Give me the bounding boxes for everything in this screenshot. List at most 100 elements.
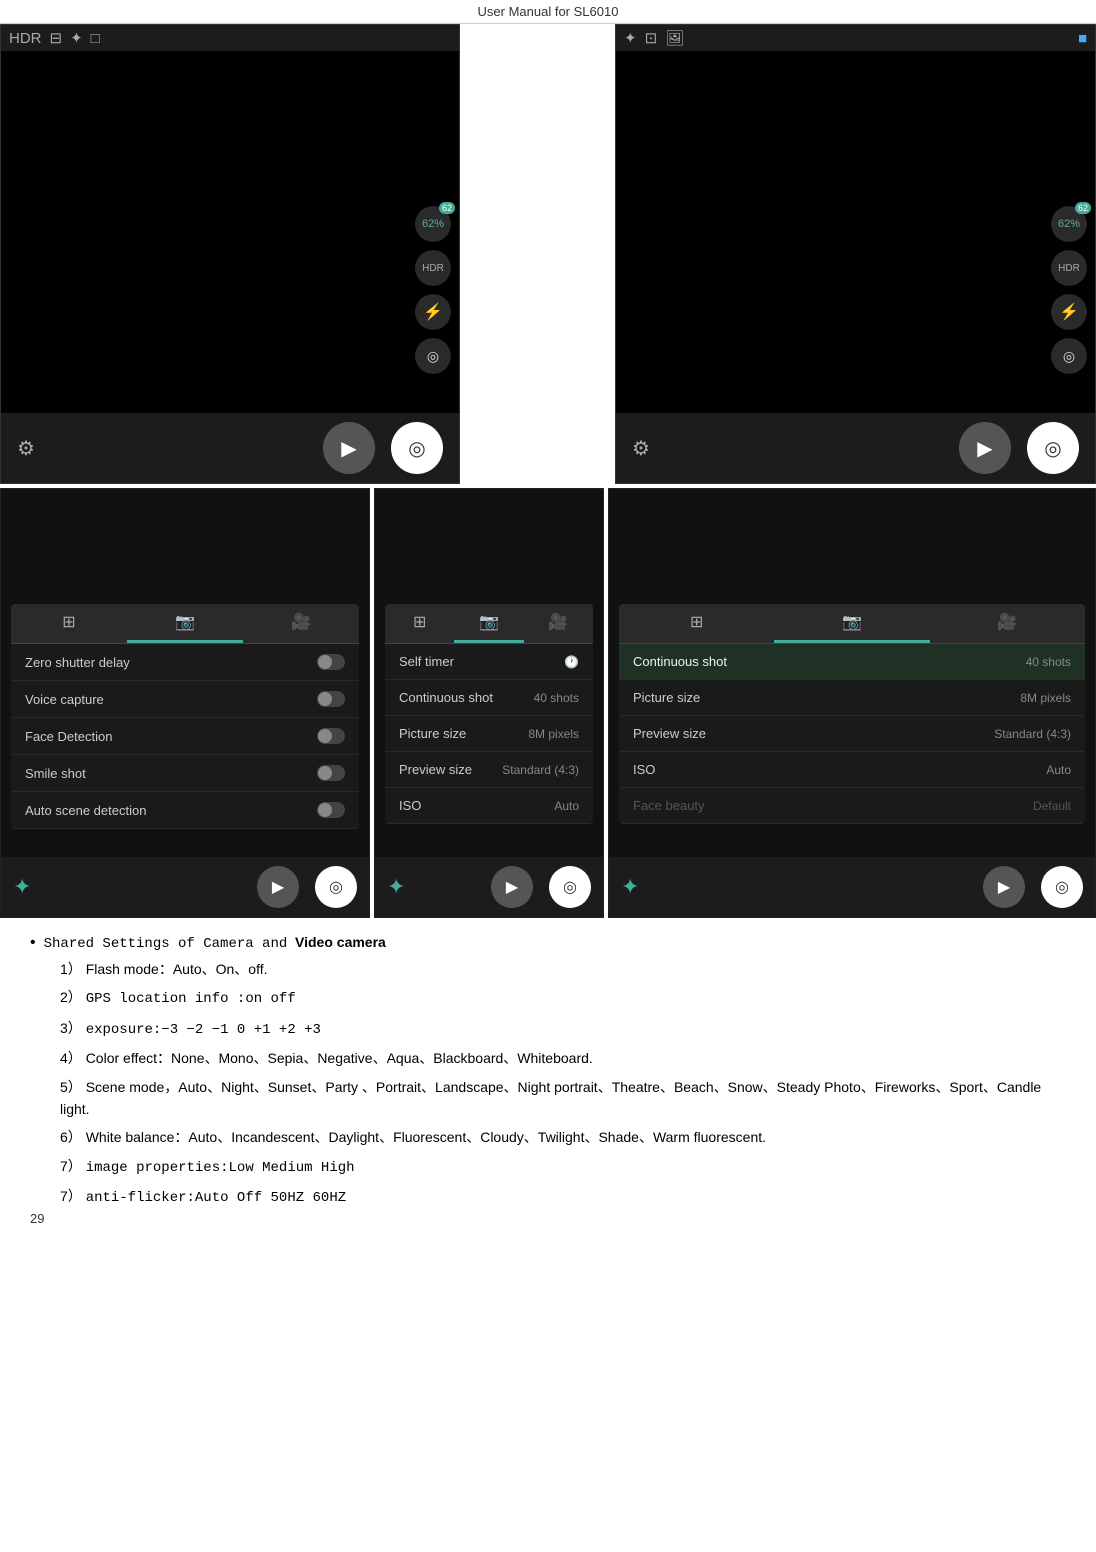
tab-adjust-m[interactable]: ⊞: [385, 604, 454, 643]
label-preview-size-m: Preview size: [399, 762, 472, 777]
settings-btn-r[interactable]: ◎: [1051, 338, 1087, 374]
item-7b: 7） anti-flicker:Auto Off 50HZ 60HZ: [60, 1185, 1066, 1209]
camera-panel-left: HDR ⊟ ✦ □ 62% 62 HDR ⚡ ◎: [0, 24, 460, 484]
timer-icon: □: [91, 30, 100, 47]
item-4-num: 4）: [60, 1050, 82, 1066]
settings-panel-right: ⊞ 📷 🎥 Continuous shot 40 shots Picture s…: [608, 488, 1096, 918]
bullet-symbol: •: [30, 934, 36, 952]
label-picture-size-r: Picture size: [633, 690, 700, 705]
tab-adjust[interactable]: ⊞: [11, 604, 127, 643]
item-1: 1） Flash mode：Auto、On、off.: [60, 958, 1066, 980]
shutter-btn-left[interactable]: ◎: [391, 422, 443, 474]
flash-btn[interactable]: ⚡: [415, 294, 451, 330]
row-zero-shutter[interactable]: Zero shutter delay: [11, 644, 359, 681]
label-zero-shutter: Zero shutter delay: [25, 655, 130, 670]
item-1-text: Flash mode：Auto、On、off.: [86, 961, 268, 977]
gear-blue-left[interactable]: ✦: [13, 874, 31, 900]
capture-btns-right: ▶ ◎: [959, 422, 1079, 474]
label-continuous-shot-r: Continuous shot: [633, 654, 727, 669]
row-continuous-shot-r[interactable]: Continuous shot 40 shots: [619, 644, 1085, 680]
gear-btn-left[interactable]: ⚙: [17, 436, 35, 461]
item-7a: 7） image properties:Low Medium High: [60, 1155, 1066, 1179]
sp-mid-top-bar: [375, 489, 603, 544]
row-voice-capture[interactable]: Voice capture: [11, 681, 359, 718]
row-preview-size-r[interactable]: Preview size Standard (4:3): [619, 716, 1085, 752]
hdr-btn[interactable]: HDR: [415, 250, 451, 286]
cam-bottom-bar-left: ⚙ ▶ ◎: [1, 413, 459, 483]
item-5-num: 5）: [60, 1079, 82, 1095]
sp-right-shutter-btn[interactable]: ◎: [1041, 866, 1083, 908]
tab-adjust-r[interactable]: ⊞: [619, 604, 774, 643]
row-picture-size-r[interactable]: Picture size 8M pixels: [619, 680, 1085, 716]
hdr-btn-r[interactable]: HDR: [1051, 250, 1087, 286]
item-5-text: Scene mode，Auto、Night、Sunset、Party 、Port…: [60, 1079, 1041, 1117]
settings-btn[interactable]: ◎: [415, 338, 451, 374]
row-face-detection[interactable]: Face Detection: [11, 718, 359, 755]
sp-mid-tabs: ⊞ 📷 🎥: [385, 604, 593, 644]
sp-right-video-btn[interactable]: ▶: [983, 866, 1025, 908]
item-6: 6） White balance：Auto、Incandescent、Dayli…: [60, 1126, 1066, 1148]
page-number: 29: [30, 1211, 44, 1226]
row-face-beauty-r[interactable]: Face beauty Default: [619, 788, 1085, 824]
gear-blue-right[interactable]: ✦: [621, 874, 639, 900]
value-preview-size-r: Standard (4:3): [994, 727, 1071, 741]
row-picture-size-m[interactable]: Picture size 8M pixels: [385, 716, 593, 752]
gear-btn-right[interactable]: ⚙: [632, 436, 650, 461]
item-3-num: 3）: [60, 1020, 82, 1036]
item-2-text: GPS location info :on off: [86, 991, 296, 1007]
cam-top-bar-left: HDR ⊟ ✦ □: [1, 25, 459, 51]
toggle-smile-shot[interactable]: [317, 765, 345, 781]
hdr-icon: HDR: [9, 30, 42, 47]
row-smile-shot[interactable]: Smile shot: [11, 755, 359, 792]
tab-camera[interactable]: 📷: [127, 604, 243, 643]
bullet-text-main: Shared Settings of Camera and Video came…: [44, 934, 386, 952]
settings-panel-mid: ⊞ 📷 🎥 Self timer 🕐 Continuous shot 40 sh…: [374, 488, 604, 918]
battery-badge-r: 62: [1075, 202, 1091, 214]
row-auto-scene[interactable]: Auto scene detection: [11, 792, 359, 829]
row-self-timer[interactable]: Self timer 🕐: [385, 644, 593, 680]
thumbnail-btn[interactable]: 62% 62: [415, 206, 451, 242]
sp-mid-video-btn[interactable]: ▶: [491, 866, 533, 908]
sp-left-inner: ⊞ 📷 🎥 Zero shutter delay Voice capture F…: [11, 604, 359, 829]
tab-video-m[interactable]: 🎥: [524, 604, 593, 643]
toggle-zero-shutter[interactable]: [317, 654, 345, 670]
cam-right-icons-left: 62% 62 HDR ⚡ ◎: [415, 206, 451, 374]
sp-right-bottom: ✦ ▶ ◎: [609, 857, 1095, 917]
row-iso-m[interactable]: ISO Auto: [385, 788, 593, 824]
toggle-auto-scene[interactable]: [317, 802, 345, 818]
item-7b-num: 7）: [60, 1188, 82, 1204]
tab-camera-m[interactable]: 📷: [454, 604, 523, 643]
toggle-voice-capture[interactable]: [317, 691, 345, 707]
thumbnail-btn-r[interactable]: 62% 62: [1051, 206, 1087, 242]
item-6-text: White balance：Auto、Incandescent、Daylight…: [86, 1129, 766, 1145]
row-continuous-shot-m[interactable]: Continuous shot 40 shots: [385, 680, 593, 716]
cam-bottom-bar-right: ⚙ ▶ ◎: [616, 413, 1095, 483]
viewfinder-right: 62% 62 HDR ⚡ ◎: [616, 51, 1095, 439]
row-preview-size-m[interactable]: Preview size Standard (4:3): [385, 752, 593, 788]
item-1-num: 1）: [60, 961, 82, 977]
top-gap: [460, 24, 615, 484]
sp-left-shutter-btn[interactable]: ◎: [315, 866, 357, 908]
row-iso-r[interactable]: ISO Auto: [619, 752, 1085, 788]
label-self-timer: Self timer: [399, 654, 454, 669]
sp-left-video-btn[interactable]: ▶: [257, 866, 299, 908]
tab-video-r[interactable]: 🎥: [930, 604, 1085, 643]
battery-badge: 62: [439, 202, 455, 214]
tab-video[interactable]: 🎥: [243, 604, 359, 643]
toggle-face-detection[interactable]: [317, 728, 345, 744]
sp-mid-shutter-btn[interactable]: ◎: [549, 866, 591, 908]
grid-icon-r: ⊡: [645, 29, 658, 47]
label-face-detection: Face Detection: [25, 729, 112, 744]
flash-icon: ✦: [70, 29, 83, 47]
gear-blue-mid[interactable]: ✦: [387, 874, 405, 900]
value-continuous-shot-m: 40 shots: [534, 691, 579, 705]
item-4: 4） Color effect：None、Mono、Sepia、Negative…: [60, 1047, 1066, 1069]
flash-btn-r[interactable]: ⚡: [1051, 294, 1087, 330]
viewfinder-left: 62% 62 HDR ⚡ ◎: [1, 51, 459, 439]
video-btn-left[interactable]: ▶: [323, 422, 375, 474]
value-self-timer: 🕐: [564, 655, 579, 669]
shutter-btn-right[interactable]: ◎: [1027, 422, 1079, 474]
sp-mid-bottom: ✦ ▶ ◎: [375, 857, 603, 917]
video-btn-right[interactable]: ▶: [959, 422, 1011, 474]
tab-camera-r[interactable]: 📷: [774, 604, 929, 643]
